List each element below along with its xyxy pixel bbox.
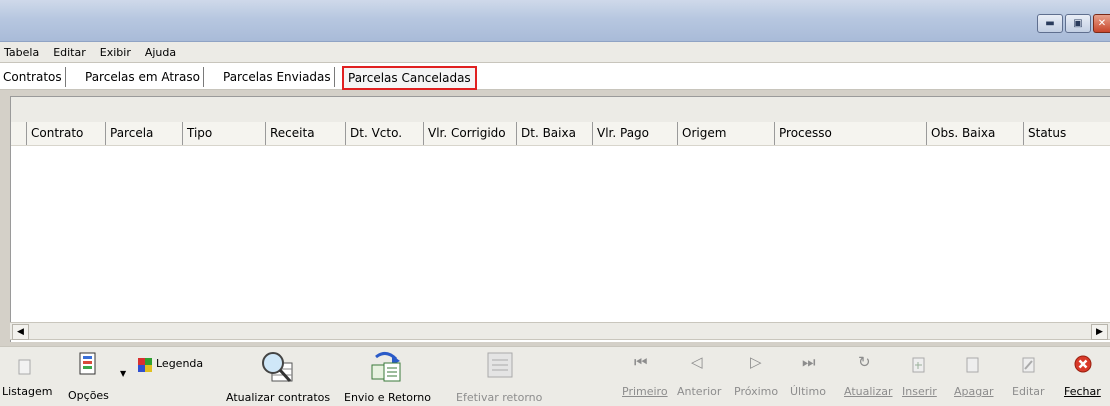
primeiro-button[interactable]: ⏮ Primeiro xyxy=(620,351,670,401)
legenda-button[interactable]: Legenda xyxy=(138,357,214,373)
opcoes-label: Opções xyxy=(68,389,109,402)
magnifier-table-icon xyxy=(262,352,293,383)
editar-label: Editar xyxy=(1012,385,1045,398)
envio-retorno-label: Envio e Retorno xyxy=(344,391,431,404)
title-bar: ▬ ▣ ✕ xyxy=(0,0,1110,42)
efetivar-retorno-label: Efetivar retorno xyxy=(456,391,543,404)
col-parcela[interactable]: Parcela xyxy=(105,122,182,145)
col-obs-baixa[interactable]: Obs. Baixa xyxy=(926,122,1023,145)
fechar-label: Fechar xyxy=(1064,385,1101,398)
col-vlr-corrigido[interactable]: Vlr. Corrigido xyxy=(423,122,516,145)
col-vlr-pago[interactable]: Vlr. Pago xyxy=(592,122,677,145)
options-list-icon xyxy=(79,352,96,375)
delete-doc-icon xyxy=(966,357,979,373)
inserir-button[interactable]: Inserir xyxy=(900,351,940,401)
tab-parcelas-em-atraso[interactable]: Parcelas em Atraso xyxy=(82,67,204,87)
col-status[interactable]: Status xyxy=(1023,122,1110,145)
grid-column-header: Contrato Parcela Tipo Receita Dt. Vcto. … xyxy=(11,122,1110,146)
col-origem[interactable]: Origem xyxy=(677,122,774,145)
next-record-icon: ▷ xyxy=(750,353,762,371)
bottom-toolbar: Listagem Opções ▼ Legenda Atualizar cont… xyxy=(0,346,1110,406)
primeiro-label: Primeiro xyxy=(622,385,668,398)
close-red-icon xyxy=(1074,355,1092,373)
send-receive-icon xyxy=(371,352,401,382)
tab-parcelas-canceladas[interactable]: Parcelas Canceladas xyxy=(342,66,477,90)
apagar-label: Apagar xyxy=(954,385,994,398)
document-icon xyxy=(18,359,31,375)
grid-group-header xyxy=(11,97,1110,123)
tab-bar: Contratos Parcelas em Atraso Parcelas En… xyxy=(0,62,1110,90)
edit-doc-icon xyxy=(1022,357,1035,373)
col-processo[interactable]: Processo xyxy=(774,122,926,145)
menu-ajuda[interactable]: Ajuda xyxy=(145,46,176,59)
tab-contratos[interactable]: Contratos xyxy=(0,67,66,87)
refresh-icon: ↻ xyxy=(858,353,871,371)
first-record-icon: ⏮ xyxy=(634,353,648,371)
ultimo-button[interactable]: ⏭ Último xyxy=(788,351,834,401)
menu-tabela[interactable]: Tabela xyxy=(4,46,39,59)
col-dt-baixa[interactable]: Dt. Baixa xyxy=(516,122,592,145)
previous-record-icon: ◁ xyxy=(691,353,703,371)
menu-bar: Tabela Editar Exibir Ajuda xyxy=(0,42,1110,62)
close-icon: ✕ xyxy=(1097,17,1107,29)
atualizar-contratos-label: Atualizar contratos xyxy=(226,391,331,404)
tab-parcelas-enviadas[interactable]: Parcelas Enviadas xyxy=(220,67,335,87)
scroll-left-button[interactable]: ◀ xyxy=(12,324,29,340)
menu-editar[interactable]: Editar xyxy=(53,46,86,59)
proximo-label: Próximo xyxy=(734,385,779,398)
anterior-label: Anterior xyxy=(677,385,722,398)
anterior-button[interactable]: ◁ Anterior xyxy=(675,351,727,401)
legenda-label: Legenda xyxy=(156,357,204,370)
scroll-right-button[interactable]: ▶ xyxy=(1091,324,1108,340)
opcoes-button[interactable]: Opções ▼ xyxy=(64,351,126,402)
col-receita[interactable]: Receita xyxy=(265,122,345,145)
ultimo-label: Último xyxy=(790,385,826,398)
envio-retorno-button[interactable]: Envio e Retorno xyxy=(342,351,434,404)
close-window-button[interactable]: ✕ xyxy=(1093,14,1110,33)
window-controls: ▬ ▣ ✕ xyxy=(1037,14,1110,33)
atualizar-label: Atualizar xyxy=(844,385,893,398)
maximize-icon: ▣ xyxy=(1073,17,1083,29)
col-dt-vcto[interactable]: Dt. Vcto. xyxy=(345,122,423,145)
insert-doc-icon xyxy=(912,357,925,373)
last-record-icon: ⏭ xyxy=(802,353,816,371)
atualizar-button[interactable]: ↻ Atualizar xyxy=(840,351,894,401)
horizontal-scrollbar[interactable]: ◀ ▶ xyxy=(10,322,1110,340)
inserir-label: Inserir xyxy=(902,385,937,398)
proximo-button[interactable]: ▷ Próximo xyxy=(732,351,784,401)
checklist-icon xyxy=(487,352,513,378)
atualizar-contratos-button[interactable]: Atualizar contratos xyxy=(224,351,334,404)
efetivar-retorno-button[interactable]: Efetivar retorno xyxy=(452,351,548,404)
listagem-button[interactable]: Listagem xyxy=(2,351,53,401)
minimize-icon: ▬ xyxy=(1045,17,1055,29)
arrow-left-icon: ◀ xyxy=(17,327,24,337)
parcelas-grid[interactable]: Contrato Parcela Tipo Receita Dt. Vcto. … xyxy=(10,96,1110,342)
menu-exibir[interactable]: Exibir xyxy=(100,46,131,59)
editar-button[interactable]: Editar xyxy=(1010,351,1050,401)
minimize-button[interactable]: ▬ xyxy=(1037,14,1063,33)
col-contrato[interactable]: Contrato xyxy=(26,122,105,145)
arrow-right-icon: ▶ xyxy=(1096,327,1103,337)
apagar-button[interactable]: Apagar xyxy=(952,351,996,401)
listagem-label: Listagem xyxy=(2,385,53,398)
maximize-button[interactable]: ▣ xyxy=(1065,14,1091,33)
col-tipo[interactable]: Tipo xyxy=(182,122,265,145)
dropdown-arrow-icon[interactable]: ▼ xyxy=(120,369,126,378)
legend-color-grid-icon xyxy=(138,358,152,372)
fechar-button[interactable]: Fechar xyxy=(1060,351,1108,401)
